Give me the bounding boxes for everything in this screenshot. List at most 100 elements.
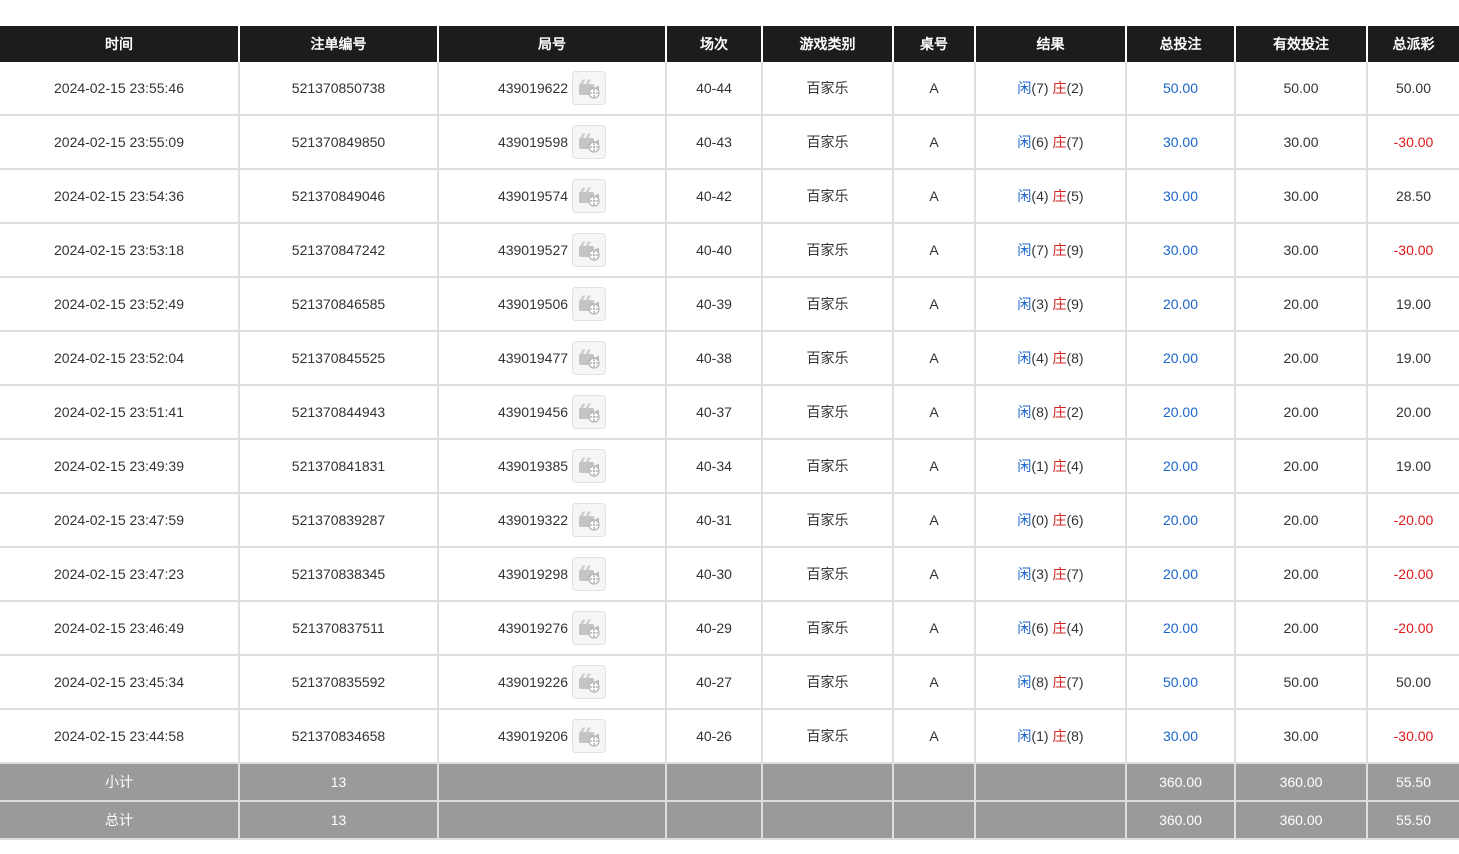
cell-total-bet[interactable]: 20.00 <box>1125 277 1235 332</box>
cell-time: 2024-02-15 23:55:46 <box>0 62 239 116</box>
video-replay-icon[interactable] <box>572 503 607 537</box>
cell-total-bet[interactable]: 20.00 <box>1125 385 1235 440</box>
cell-game-type: 百家乐 <box>761 115 893 170</box>
total-bet-link[interactable]: 30.00 <box>1163 728 1198 744</box>
result-player-score: (8) <box>1031 674 1049 690</box>
cell-payout: 50.00 <box>1366 655 1459 710</box>
video-replay-icon[interactable] <box>572 125 607 159</box>
round-id-text: 439019574 <box>497 188 569 204</box>
cell-bet-id: 521370845525 <box>238 331 438 386</box>
cell-total-bet[interactable]: 20.00 <box>1125 601 1235 656</box>
video-replay-icon[interactable] <box>572 665 607 699</box>
cell-bet-id: 521370841831 <box>238 439 438 494</box>
result-banker-label: 庄 <box>1052 188 1067 204</box>
result-banker-score: (8) <box>1066 728 1084 744</box>
table-row: 2024-02-15 23:47:23 521370838345 439019298… <box>0 547 1459 602</box>
cell-total-bet[interactable]: 20.00 <box>1125 493 1235 548</box>
result-banker-score: (9) <box>1066 296 1084 312</box>
cell-table-no: A <box>892 439 975 494</box>
round-id-text: 439019456 <box>497 404 569 420</box>
table-row: 2024-02-15 23:46:49 521370837511 439019276… <box>0 601 1459 656</box>
video-replay-icon[interactable] <box>572 557 607 591</box>
cell-total-bet[interactable]: 30.00 <box>1125 223 1235 278</box>
cell-table-no: A <box>892 601 975 656</box>
cell-session: 40-38 <box>665 331 762 386</box>
cell-total-bet[interactable]: 20.00 <box>1125 439 1235 494</box>
cell-total-bet[interactable]: 50.00 <box>1125 655 1235 710</box>
result-player-label: 闲 <box>1017 512 1032 528</box>
result-player-label: 闲 <box>1017 134 1032 150</box>
result-banker-score: (9) <box>1066 242 1084 258</box>
total-bet-link[interactable]: 20.00 <box>1163 296 1198 312</box>
total-empty <box>437 801 666 840</box>
cell-game-type: 百家乐 <box>761 439 893 494</box>
video-replay-icon[interactable] <box>572 233 607 267</box>
cell-total-bet[interactable]: 30.00 <box>1125 115 1235 170</box>
cell-round-id: 439019574 <box>437 169 666 224</box>
cell-total-bet[interactable]: 20.00 <box>1125 331 1235 386</box>
subtotal-row: 小计 13 360.00 360.00 55.50 <box>0 763 1459 802</box>
total-bet-link[interactable]: 20.00 <box>1163 620 1198 636</box>
cell-valid-bet: 20.00 <box>1234 493 1367 548</box>
round-id-text: 439019385 <box>497 458 569 474</box>
video-replay-icon[interactable] <box>572 395 607 429</box>
total-bet-link[interactable]: 50.00 <box>1163 674 1198 690</box>
cell-valid-bet: 30.00 <box>1234 709 1367 764</box>
cell-game-type: 百家乐 <box>761 169 893 224</box>
cell-bet-id: 521370849850 <box>238 115 438 170</box>
cell-valid-bet: 50.00 <box>1234 62 1367 116</box>
result-banker-score: (7) <box>1066 566 1084 582</box>
total-bet-link[interactable]: 20.00 <box>1163 566 1198 582</box>
cell-valid-bet: 20.00 <box>1234 385 1367 440</box>
video-replay-icon[interactable] <box>572 287 607 321</box>
result-banker-label: 庄 <box>1052 296 1067 312</box>
result-player-label: 闲 <box>1017 458 1032 474</box>
cell-game-type: 百家乐 <box>761 385 893 440</box>
result-player-score: (1) <box>1031 728 1049 744</box>
result-banker-label: 庄 <box>1052 620 1067 636</box>
cell-round-id: 439019477 <box>437 331 666 386</box>
cell-time: 2024-02-15 23:47:59 <box>0 493 239 548</box>
round-id-text: 439019226 <box>497 674 569 690</box>
col-header-time: 时间 <box>0 26 239 62</box>
table-row: 2024-02-15 23:45:34 521370835592 439019226… <box>0 655 1459 710</box>
cell-total-bet[interactable]: 30.00 <box>1125 709 1235 764</box>
total-bet-link[interactable]: 50.00 <box>1163 80 1198 96</box>
cell-total-bet[interactable]: 20.00 <box>1125 547 1235 602</box>
video-replay-icon[interactable] <box>572 719 607 753</box>
video-replay-icon[interactable] <box>572 71 607 105</box>
col-header-game-type: 游戏类别 <box>761 26 893 62</box>
total-bet-link[interactable]: 20.00 <box>1163 512 1198 528</box>
video-replay-icon[interactable] <box>572 179 607 213</box>
cell-session: 40-27 <box>665 655 762 710</box>
result-player-score: (4) <box>1031 188 1049 204</box>
cell-total-bet[interactable]: 50.00 <box>1125 62 1235 116</box>
cell-table-no: A <box>892 385 975 440</box>
result-player-score: (8) <box>1031 404 1049 420</box>
total-bet-link[interactable]: 30.00 <box>1163 188 1198 204</box>
total-bet-link[interactable]: 20.00 <box>1163 404 1198 420</box>
cell-game-type: 百家乐 <box>761 331 893 386</box>
cell-game-type: 百家乐 <box>761 277 893 332</box>
cell-time: 2024-02-15 23:52:49 <box>0 277 239 332</box>
cell-round-id: 439019385 <box>437 439 666 494</box>
result-banker-label: 庄 <box>1052 728 1067 744</box>
total-bet-link[interactable]: 30.00 <box>1163 242 1198 258</box>
total-bet-link[interactable]: 30.00 <box>1163 134 1198 150</box>
round-id-text: 439019477 <box>497 350 569 366</box>
total-bet-link[interactable]: 20.00 <box>1163 458 1198 474</box>
total-bet-link[interactable]: 20.00 <box>1163 350 1198 366</box>
cell-total-bet[interactable]: 30.00 <box>1125 169 1235 224</box>
cell-round-id: 439019298 <box>437 547 666 602</box>
result-banker-label: 庄 <box>1052 134 1067 150</box>
cell-bet-id: 521370844943 <box>238 385 438 440</box>
total-payout: 55.50 <box>1366 801 1459 840</box>
video-replay-icon[interactable] <box>572 449 607 483</box>
subtotal-empty <box>437 763 666 802</box>
cell-payout: 20.00 <box>1366 385 1459 440</box>
cell-game-type: 百家乐 <box>761 62 893 116</box>
video-replay-icon[interactable] <box>572 341 607 375</box>
total-empty <box>761 801 893 840</box>
video-replay-icon[interactable] <box>572 611 607 645</box>
result-banker-score: (7) <box>1066 134 1084 150</box>
